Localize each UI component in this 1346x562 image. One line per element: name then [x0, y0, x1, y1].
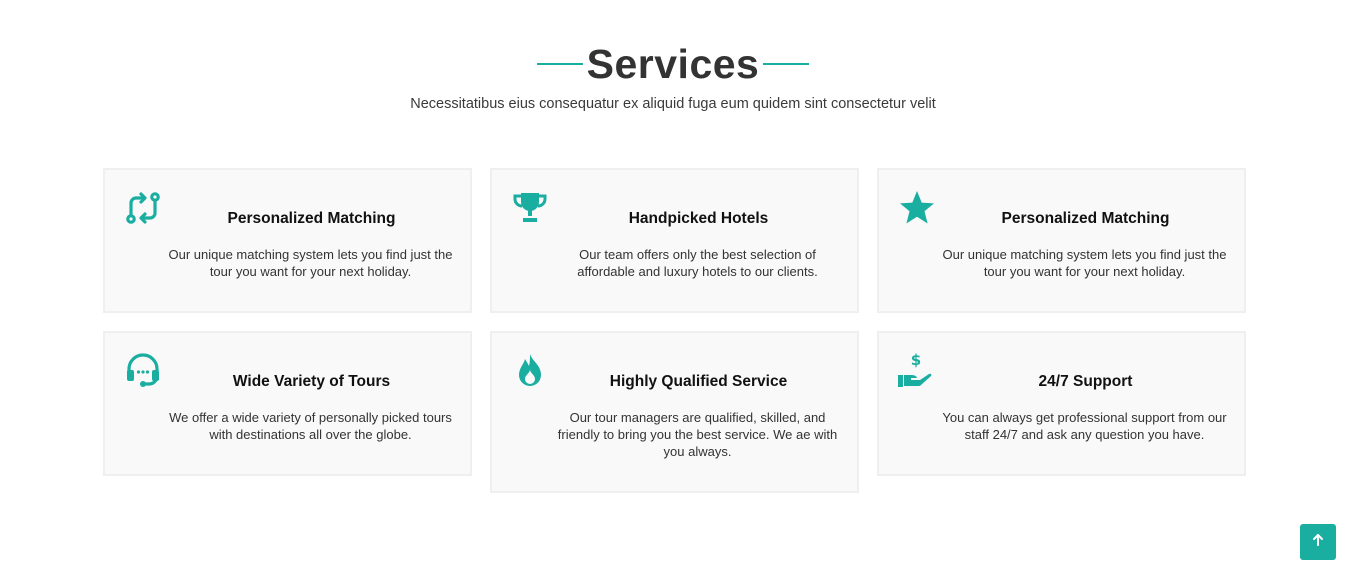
service-title: Handpicked Hotels	[628, 210, 769, 227]
service-card[interactable]: $ 24/7 Support You can always get profes…	[877, 331, 1246, 476]
fire-icon	[510, 351, 550, 391]
service-description: Our unique matching system lets you find…	[168, 247, 453, 279]
svg-text:$: $	[911, 351, 921, 369]
service-description: Our team offers only the best selection …	[577, 247, 818, 279]
service-description: We offer a wide variety of personally pi…	[169, 410, 452, 442]
service-description: Our tour managers are qualified, skilled…	[557, 410, 838, 459]
title-line-right	[763, 63, 810, 65]
headset-icon	[123, 351, 163, 391]
section-header: Services Necessitatibus eius consequatur…	[0, 38, 1346, 112]
service-card[interactable]: Personalized Matching Our unique matchin…	[103, 168, 472, 313]
service-card[interactable]: Wide Variety of Tours We offer a wide va…	[103, 331, 472, 476]
service-title: Highly Qualified Service	[609, 373, 788, 390]
service-description: You can always get professional support …	[942, 410, 1227, 442]
back-to-top-button[interactable]	[1300, 524, 1336, 560]
service-card[interactable]: Personalized Matching Our unique matchin…	[877, 168, 1246, 313]
service-title: 24/7 Support	[1038, 373, 1133, 390]
arrows-swap-icon	[123, 188, 163, 228]
service-title: Personalized Matching	[227, 210, 396, 227]
section-title: Services	[586, 41, 760, 87]
service-title: Wide Variety of Tours	[232, 373, 391, 390]
service-title: Personalized Matching	[1001, 210, 1170, 227]
arrow-up-icon	[1311, 533, 1325, 552]
service-description: Our unique matching system lets you find…	[942, 247, 1227, 279]
star-icon	[897, 188, 937, 228]
service-card[interactable]: Highly Qualified Service Our tour manage…	[490, 331, 859, 493]
hand-dollar-icon: $	[897, 351, 937, 391]
service-card[interactable]: Handpicked Hotels Our team offers only t…	[490, 168, 859, 313]
section-subtitle: Necessitatibus eius consequatur ex aliqu…	[410, 96, 936, 112]
trophy-icon	[510, 188, 550, 228]
title-wrap: Services	[536, 38, 810, 90]
title-line-left	[536, 63, 583, 65]
